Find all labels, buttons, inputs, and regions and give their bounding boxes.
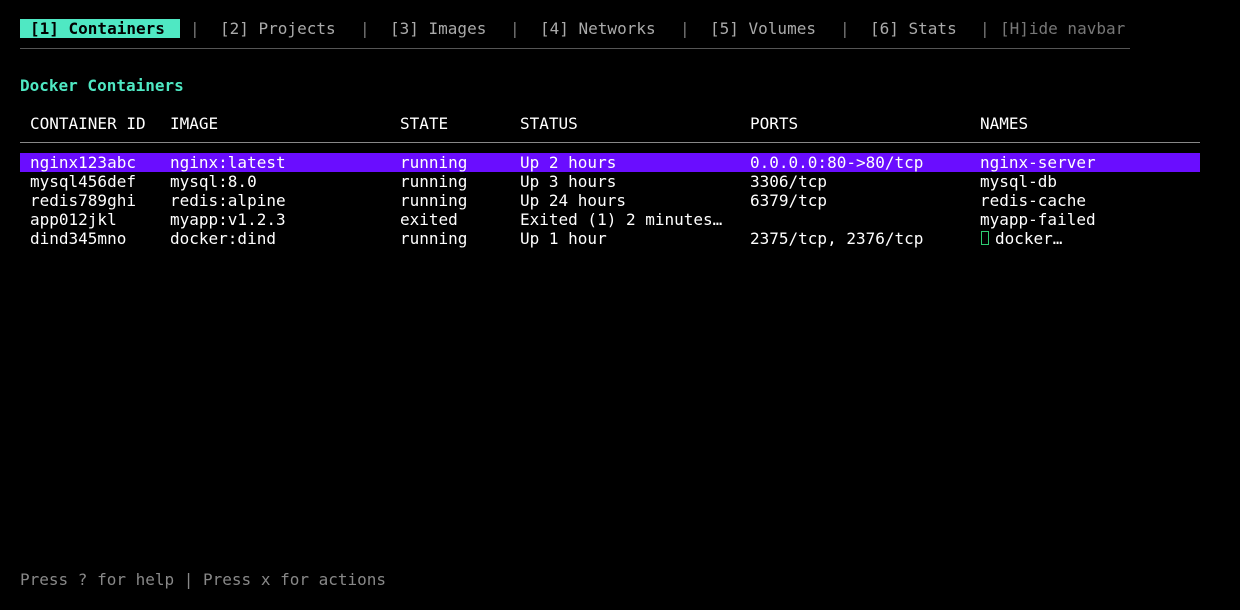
names-cell: docker… — [980, 229, 1200, 248]
tab-separator: | — [840, 19, 850, 38]
page-title: Docker Containers — [20, 76, 184, 95]
names-cell: mysql-db — [980, 172, 1058, 191]
ports-cell — [750, 210, 980, 229]
tab-separator: | — [190, 19, 200, 38]
container-id-cell: nginx123abc — [30, 153, 136, 172]
navbar: [1] Containers | [2] Projects | [3] Imag… — [20, 19, 1125, 38]
names-cell: myapp-failed — [980, 210, 1096, 229]
column-header-status: STATUS — [520, 114, 578, 133]
image-cell: redis:alpine — [170, 191, 286, 210]
image-cell: docker:dind — [170, 229, 276, 248]
table-row[interactable]: redis789ghi redis:alpine running Up 24 h… — [20, 191, 1200, 210]
container-id-cell: app012jkl — [30, 210, 117, 229]
names-cell: redis-cache — [980, 191, 1086, 210]
tab-networks[interactable]: [4] Networks — [540, 19, 656, 38]
column-header-state: STATE — [400, 114, 449, 133]
state-cell: running — [400, 229, 468, 248]
tab-images[interactable]: [3] Images — [390, 19, 486, 38]
tab-separator: | — [980, 19, 990, 38]
tab-projects[interactable]: [2] Projects — [220, 19, 336, 38]
names-cell: nginx-server — [980, 153, 1096, 172]
image-cell: mysql:8.0 — [170, 172, 257, 191]
column-header-names: NAMES — [980, 114, 1029, 133]
column-header-image: IMAGE — [170, 114, 219, 133]
column-header-ports: PORTS — [750, 114, 799, 133]
status-cell: Up 1 hour — [520, 229, 607, 248]
ports-cell: 2375/tcp, 2376/tcp — [750, 229, 924, 248]
tab-separator: | — [510, 19, 520, 38]
status-cell: Up 24 hours — [520, 191, 626, 210]
state-cell: exited — [400, 210, 458, 229]
image-cell: myapp:v1.2.3 — [170, 210, 286, 229]
state-cell: running — [400, 153, 468, 172]
table-row[interactable]: dind345mno docker:dind running Up 1 hour… — [20, 229, 1200, 248]
tab-separator: | — [680, 19, 690, 38]
status-cell: Up 2 hours — [520, 153, 617, 172]
tab-volumes[interactable]: [5] Volumes — [710, 19, 816, 38]
state-cell: running — [400, 172, 468, 191]
tab-stats[interactable]: [6] Stats — [870, 19, 957, 38]
hide-navbar-button[interactable]: [H]ide navbar — [1000, 19, 1125, 38]
status-cell: Up 3 hours — [520, 172, 617, 191]
ports-cell: 6379/tcp — [750, 191, 828, 210]
tab-separator: | — [360, 19, 370, 38]
column-header-container-id: CONTAINER ID — [30, 114, 146, 133]
missing-glyph-box-icon — [981, 231, 989, 245]
container-id-cell: dind345mno — [30, 229, 127, 248]
ports-cell: 0.0.0.0:80->80/tcp — [750, 153, 924, 172]
tab-containers[interactable]: [1] Containers — [20, 19, 180, 38]
table-row[interactable]: nginx123abc nginx:latest running Up 2 ho… — [20, 153, 1200, 172]
state-cell: running — [400, 191, 468, 210]
image-cell: nginx:latest — [170, 153, 286, 172]
status-cell: Exited (1) 2 minutes… — [520, 210, 723, 229]
help-hint: Press ? for help | Press x for actions — [20, 570, 387, 589]
ports-cell: 3306/tcp — [750, 172, 828, 191]
names-text: docker… — [995, 229, 1063, 248]
container-id-cell: mysql456def — [30, 172, 136, 191]
container-id-cell: redis789ghi — [30, 191, 136, 210]
table-header-divider — [20, 142, 1200, 143]
table-row[interactable]: app012jkl myapp:v1.2.3 exited Exited (1)… — [20, 210, 1200, 229]
navbar-divider — [20, 48, 1130, 49]
table-row[interactable]: mysql456def mysql:8.0 running Up 3 hours… — [20, 172, 1200, 191]
